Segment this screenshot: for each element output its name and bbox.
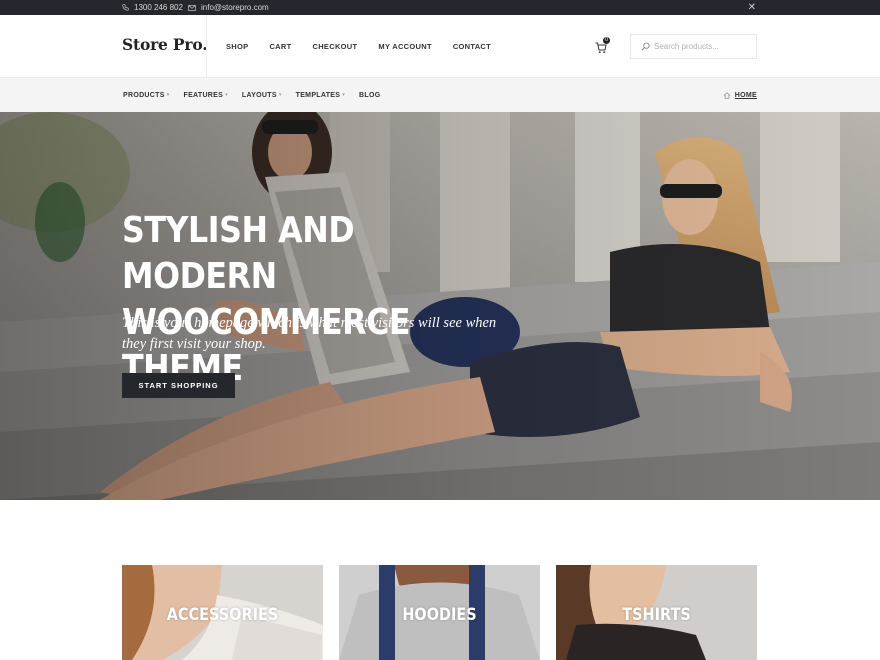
category-label: ACCESSORIES bbox=[166, 605, 279, 625]
main-nav: SHOP CART CHECKOUT MY ACCOUNT CONTACT bbox=[226, 15, 512, 78]
chevron-down-icon: ▾ bbox=[342, 92, 346, 98]
phone-number: 1300 246 802 bbox=[134, 3, 183, 12]
subnav-blog[interactable]: BLOG bbox=[359, 92, 380, 99]
category-grid: ACCESSORIES HOODIES TSHIRTS bbox=[122, 565, 758, 660]
start-shopping-button[interactable]: START SHOPPING bbox=[122, 373, 235, 398]
category-card-accessories[interactable]: ACCESSORIES bbox=[122, 565, 323, 660]
nav-my-account[interactable]: MY ACCOUNT bbox=[378, 42, 431, 51]
top-bar: 1300 246 802 info@storepro.com ✕ bbox=[0, 0, 880, 15]
subnav-layouts-label: LAYOUTS bbox=[241, 91, 277, 99]
chevron-down-icon: ▾ bbox=[166, 92, 170, 98]
phone-contact[interactable]: 1300 246 802 bbox=[122, 0, 183, 15]
search-box bbox=[630, 34, 757, 59]
search-input[interactable] bbox=[654, 42, 754, 51]
home-icon bbox=[723, 91, 731, 99]
category-card-tshirts[interactable]: TSHIRTS bbox=[556, 565, 757, 660]
subnav-templates[interactable]: TEMPLATES ▾ bbox=[296, 92, 345, 99]
nav-contact[interactable]: CONTACT bbox=[453, 42, 491, 51]
subnav-blog-label: BLOG bbox=[359, 91, 381, 99]
phone-icon bbox=[122, 4, 129, 11]
subnav-features[interactable]: FEATURES ▾ bbox=[184, 92, 228, 99]
nav-checkout[interactable]: CHECKOUT bbox=[313, 42, 358, 51]
category-label: TSHIRTS bbox=[622, 605, 691, 625]
breadcrumb: HOME bbox=[723, 78, 757, 112]
email-contact[interactable]: info@storepro.com bbox=[188, 0, 269, 15]
site-logo[interactable]: Store Pro. bbox=[122, 35, 208, 54]
secondary-nav: PRODUCTS ▾ FEATURES ▾ LAYOUTS ▾ TEMPLATES ▾ … bbox=[0, 78, 880, 112]
subnav-products[interactable]: PRODUCTS ▾ bbox=[123, 92, 170, 99]
header-divider bbox=[206, 15, 207, 78]
hero-title: STYLISH AND MODERN WOOCOMMERCE THEME bbox=[122, 208, 509, 392]
mail-icon bbox=[188, 4, 196, 11]
nav-cart[interactable]: CART bbox=[269, 42, 291, 51]
email-address: info@storepro.com bbox=[201, 3, 269, 12]
nav-shop[interactable]: SHOP bbox=[226, 42, 248, 51]
category-label: HOODIES bbox=[402, 605, 477, 625]
site-header: Store Pro. SHOP CART CHECKOUT MY ACCOUNT… bbox=[0, 15, 880, 78]
subnav-features-label: FEATURES bbox=[183, 91, 224, 99]
subnav-layouts[interactable]: LAYOUTS ▾ bbox=[242, 92, 282, 99]
subnav-products-label: PRODUCTS bbox=[123, 91, 165, 99]
breadcrumb-home[interactable]: HOME bbox=[735, 92, 757, 99]
search-icon bbox=[641, 42, 650, 51]
hero-lead-text: This is your homepage which is what most… bbox=[122, 315, 497, 352]
category-card-hoodies[interactable]: HOODIES bbox=[339, 565, 540, 660]
close-icon[interactable]: ✕ bbox=[748, 0, 756, 15]
cart-count-badge: 0 bbox=[603, 37, 610, 44]
hero-banner: STYLISH AND MODERN WOOCOMMERCE THEME Thi… bbox=[0, 112, 880, 500]
subnav-templates-label: TEMPLATES bbox=[295, 91, 341, 99]
chevron-down-icon: ▾ bbox=[225, 92, 228, 98]
hero-title-line-1: STYLISH AND MODERN bbox=[122, 210, 355, 297]
cart-button[interactable]: 0 bbox=[595, 37, 611, 56]
chevron-down-icon: ▾ bbox=[278, 92, 282, 98]
